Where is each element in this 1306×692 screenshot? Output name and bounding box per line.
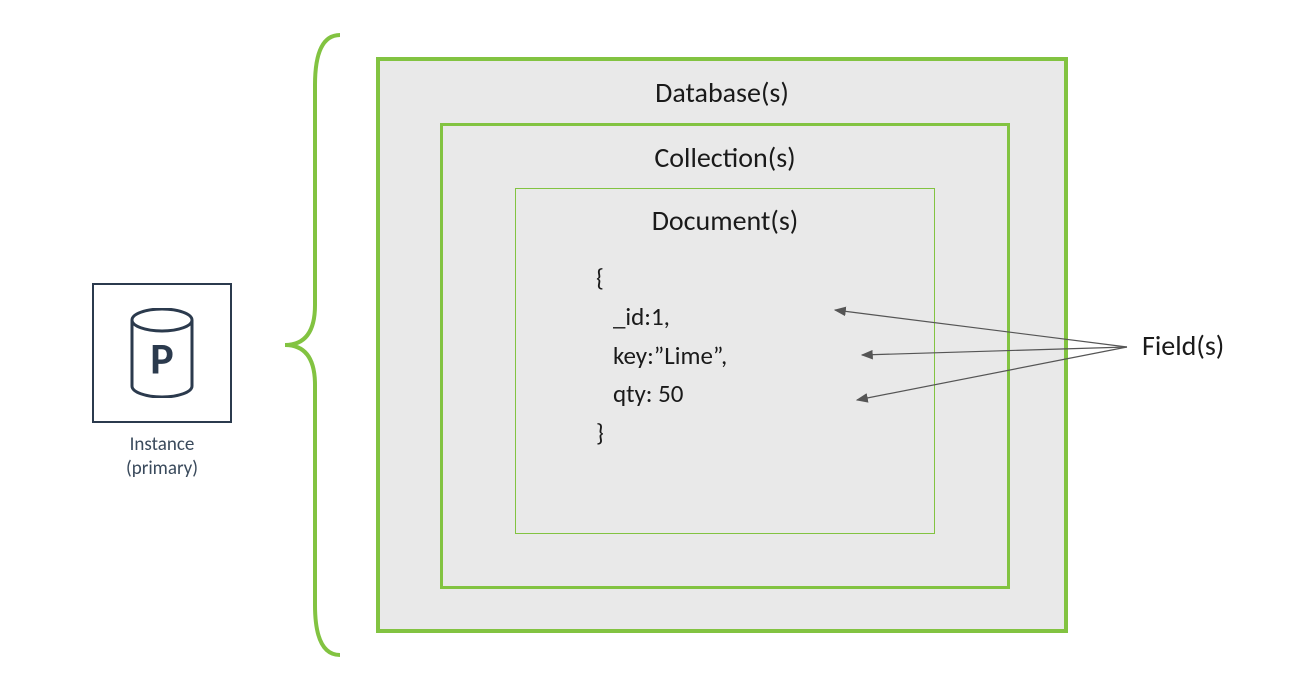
- document-content: { _id:1, key:”Lime”, qty: 50 }: [596, 259, 727, 453]
- instance-label: Instance (primary): [92, 433, 232, 481]
- database-cylinder-icon: P: [127, 308, 197, 398]
- instance-letter: P: [150, 331, 173, 385]
- collection-title: Collection(s): [443, 140, 1007, 175]
- document-title: Document(s): [516, 203, 934, 238]
- instance-label-line1: Instance: [130, 433, 195, 456]
- instance-box: P: [92, 283, 232, 423]
- field-arrows: [832, 300, 1142, 430]
- database-title: Database(s): [380, 75, 1064, 110]
- fields-label: Field(s): [1142, 328, 1224, 363]
- brace-icon: [270, 25, 360, 665]
- instance-label-line2: (primary): [126, 457, 198, 480]
